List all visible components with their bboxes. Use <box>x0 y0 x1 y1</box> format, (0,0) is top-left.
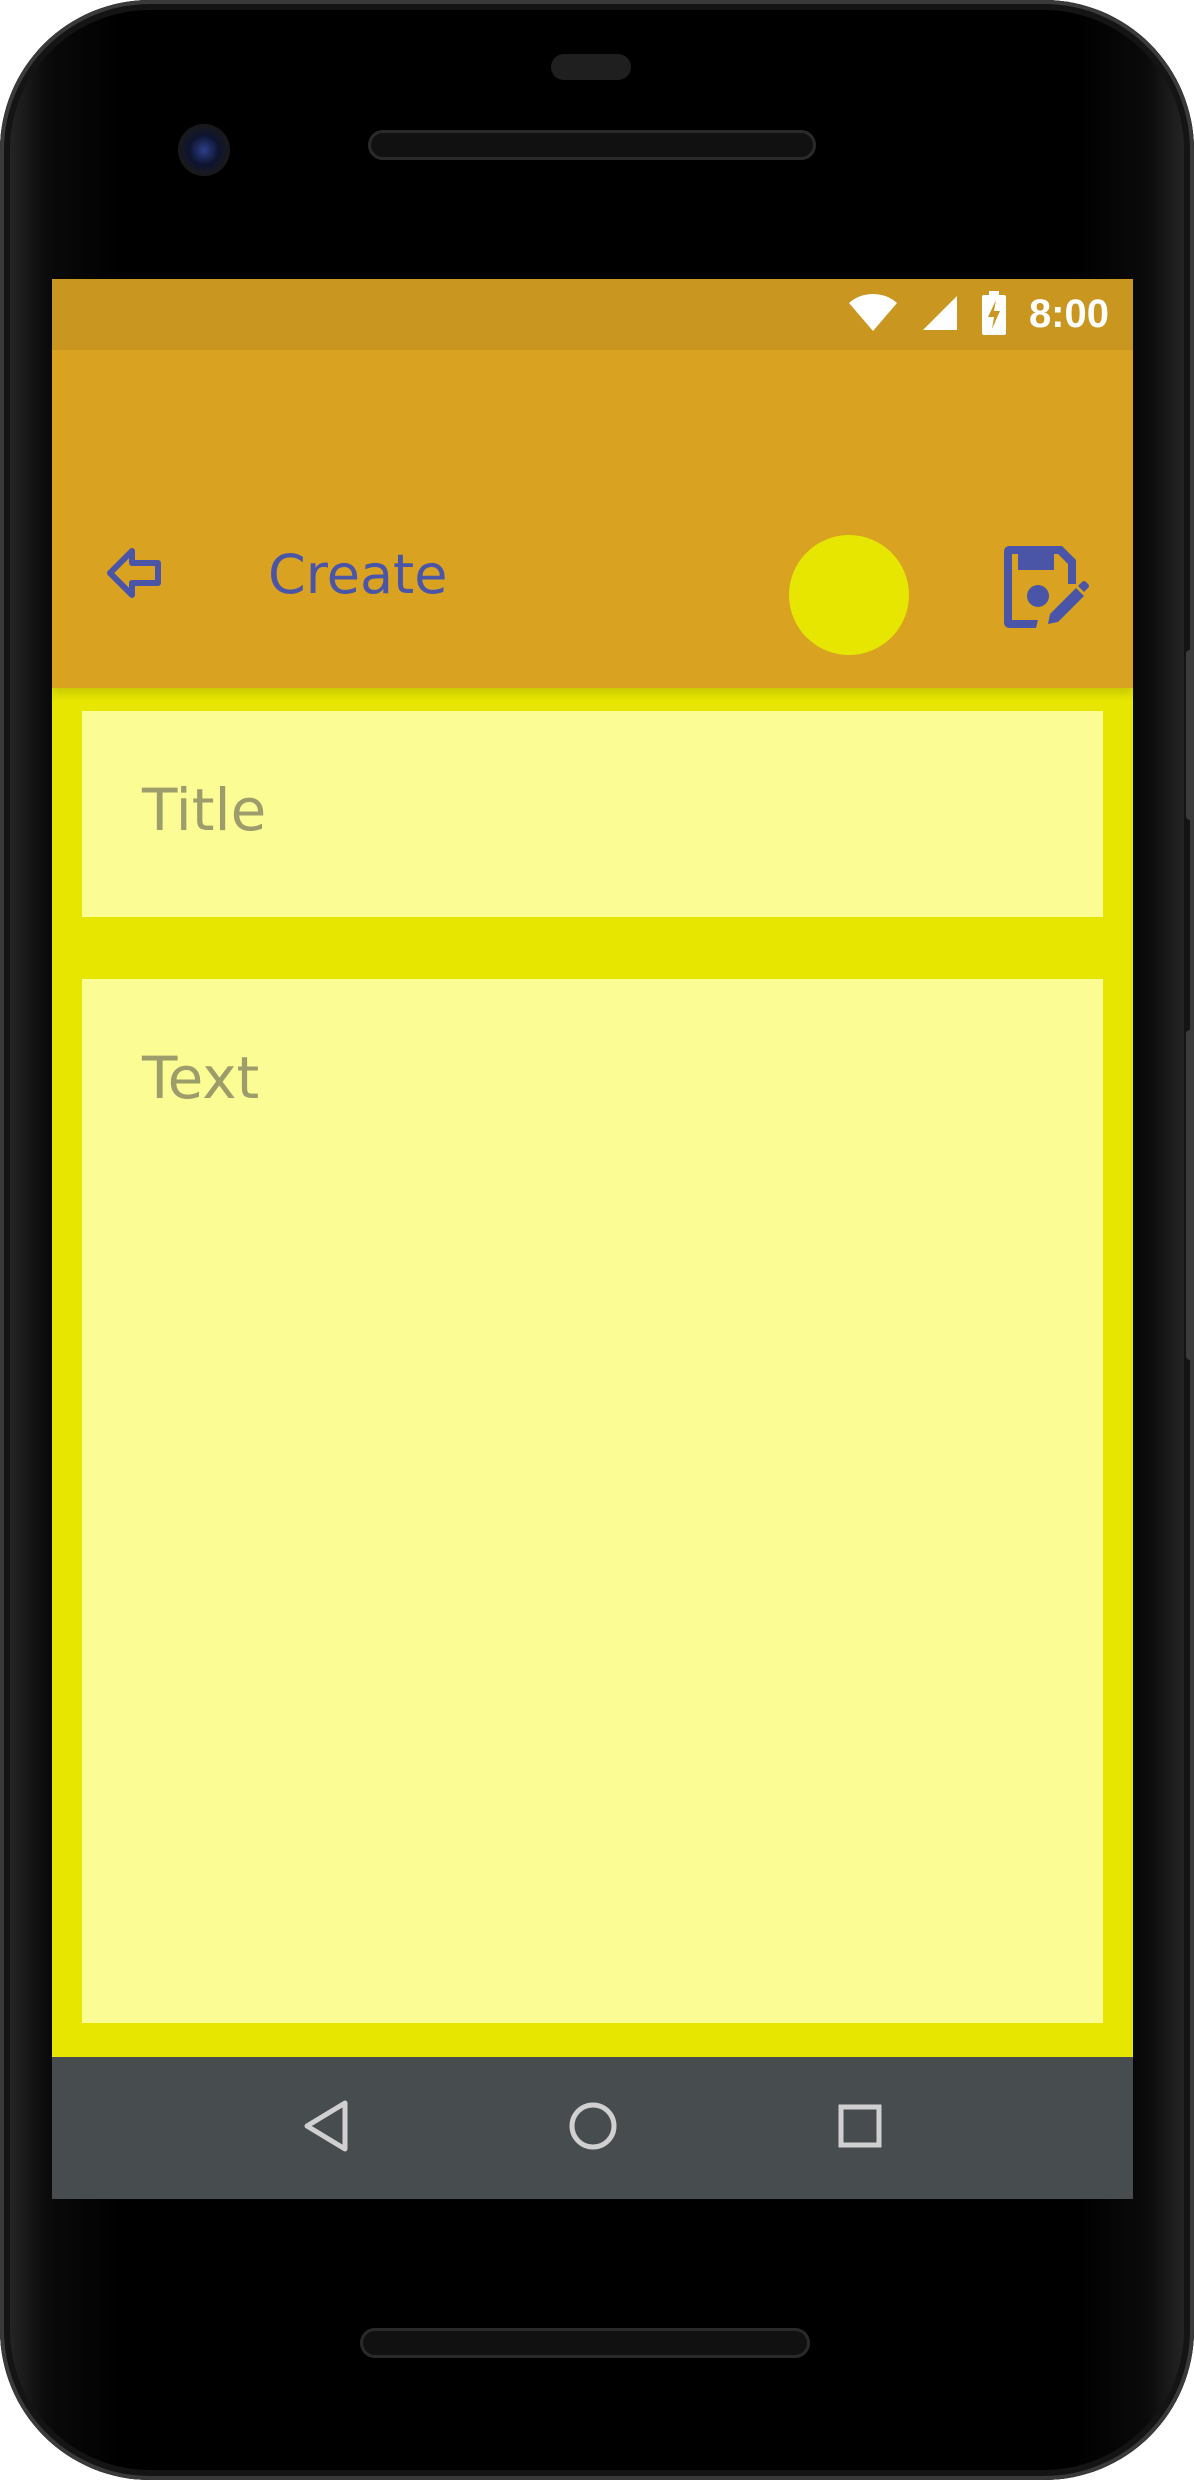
back-triangle-icon <box>301 2099 351 2157</box>
wifi-icon <box>847 293 899 337</box>
top-speaker <box>368 130 816 160</box>
save-edit-icon <box>998 542 1090 638</box>
home-circle-icon <box>567 2100 619 2156</box>
phone-frame: 8:00 Create Title Text <box>0 0 1194 2480</box>
text-placeholder: Text <box>142 1044 260 1112</box>
status-bar: 8:00 <box>52 279 1133 350</box>
status-time: 8:00 <box>1028 292 1109 336</box>
back-arrow-icon <box>104 543 164 607</box>
nav-back-button[interactable] <box>291 2093 361 2163</box>
text-input[interactable]: Text <box>82 979 1103 2023</box>
nav-recents-button[interactable] <box>825 2093 895 2163</box>
title-input[interactable]: Title <box>82 711 1103 917</box>
bottom-speaker <box>360 2328 810 2358</box>
front-camera <box>178 124 230 176</box>
screen: 8:00 Create Title Text <box>52 279 1133 2199</box>
navigation-bar <box>52 2057 1133 2199</box>
title-placeholder: Title <box>142 776 267 844</box>
nav-home-button[interactable] <box>558 2093 628 2163</box>
save-button[interactable] <box>994 540 1094 640</box>
proximity-sensor <box>551 54 631 80</box>
recents-square-icon <box>837 2103 883 2153</box>
battery-charging-icon <box>981 290 1007 339</box>
back-button[interactable] <box>102 543 166 607</box>
app-bar: Create <box>52 350 1133 688</box>
color-picker-button[interactable] <box>789 535 909 655</box>
volume-rocker <box>1186 1030 1194 1360</box>
power-button <box>1186 650 1194 820</box>
page-title: Create <box>268 543 448 606</box>
signal-icon <box>921 294 959 336</box>
